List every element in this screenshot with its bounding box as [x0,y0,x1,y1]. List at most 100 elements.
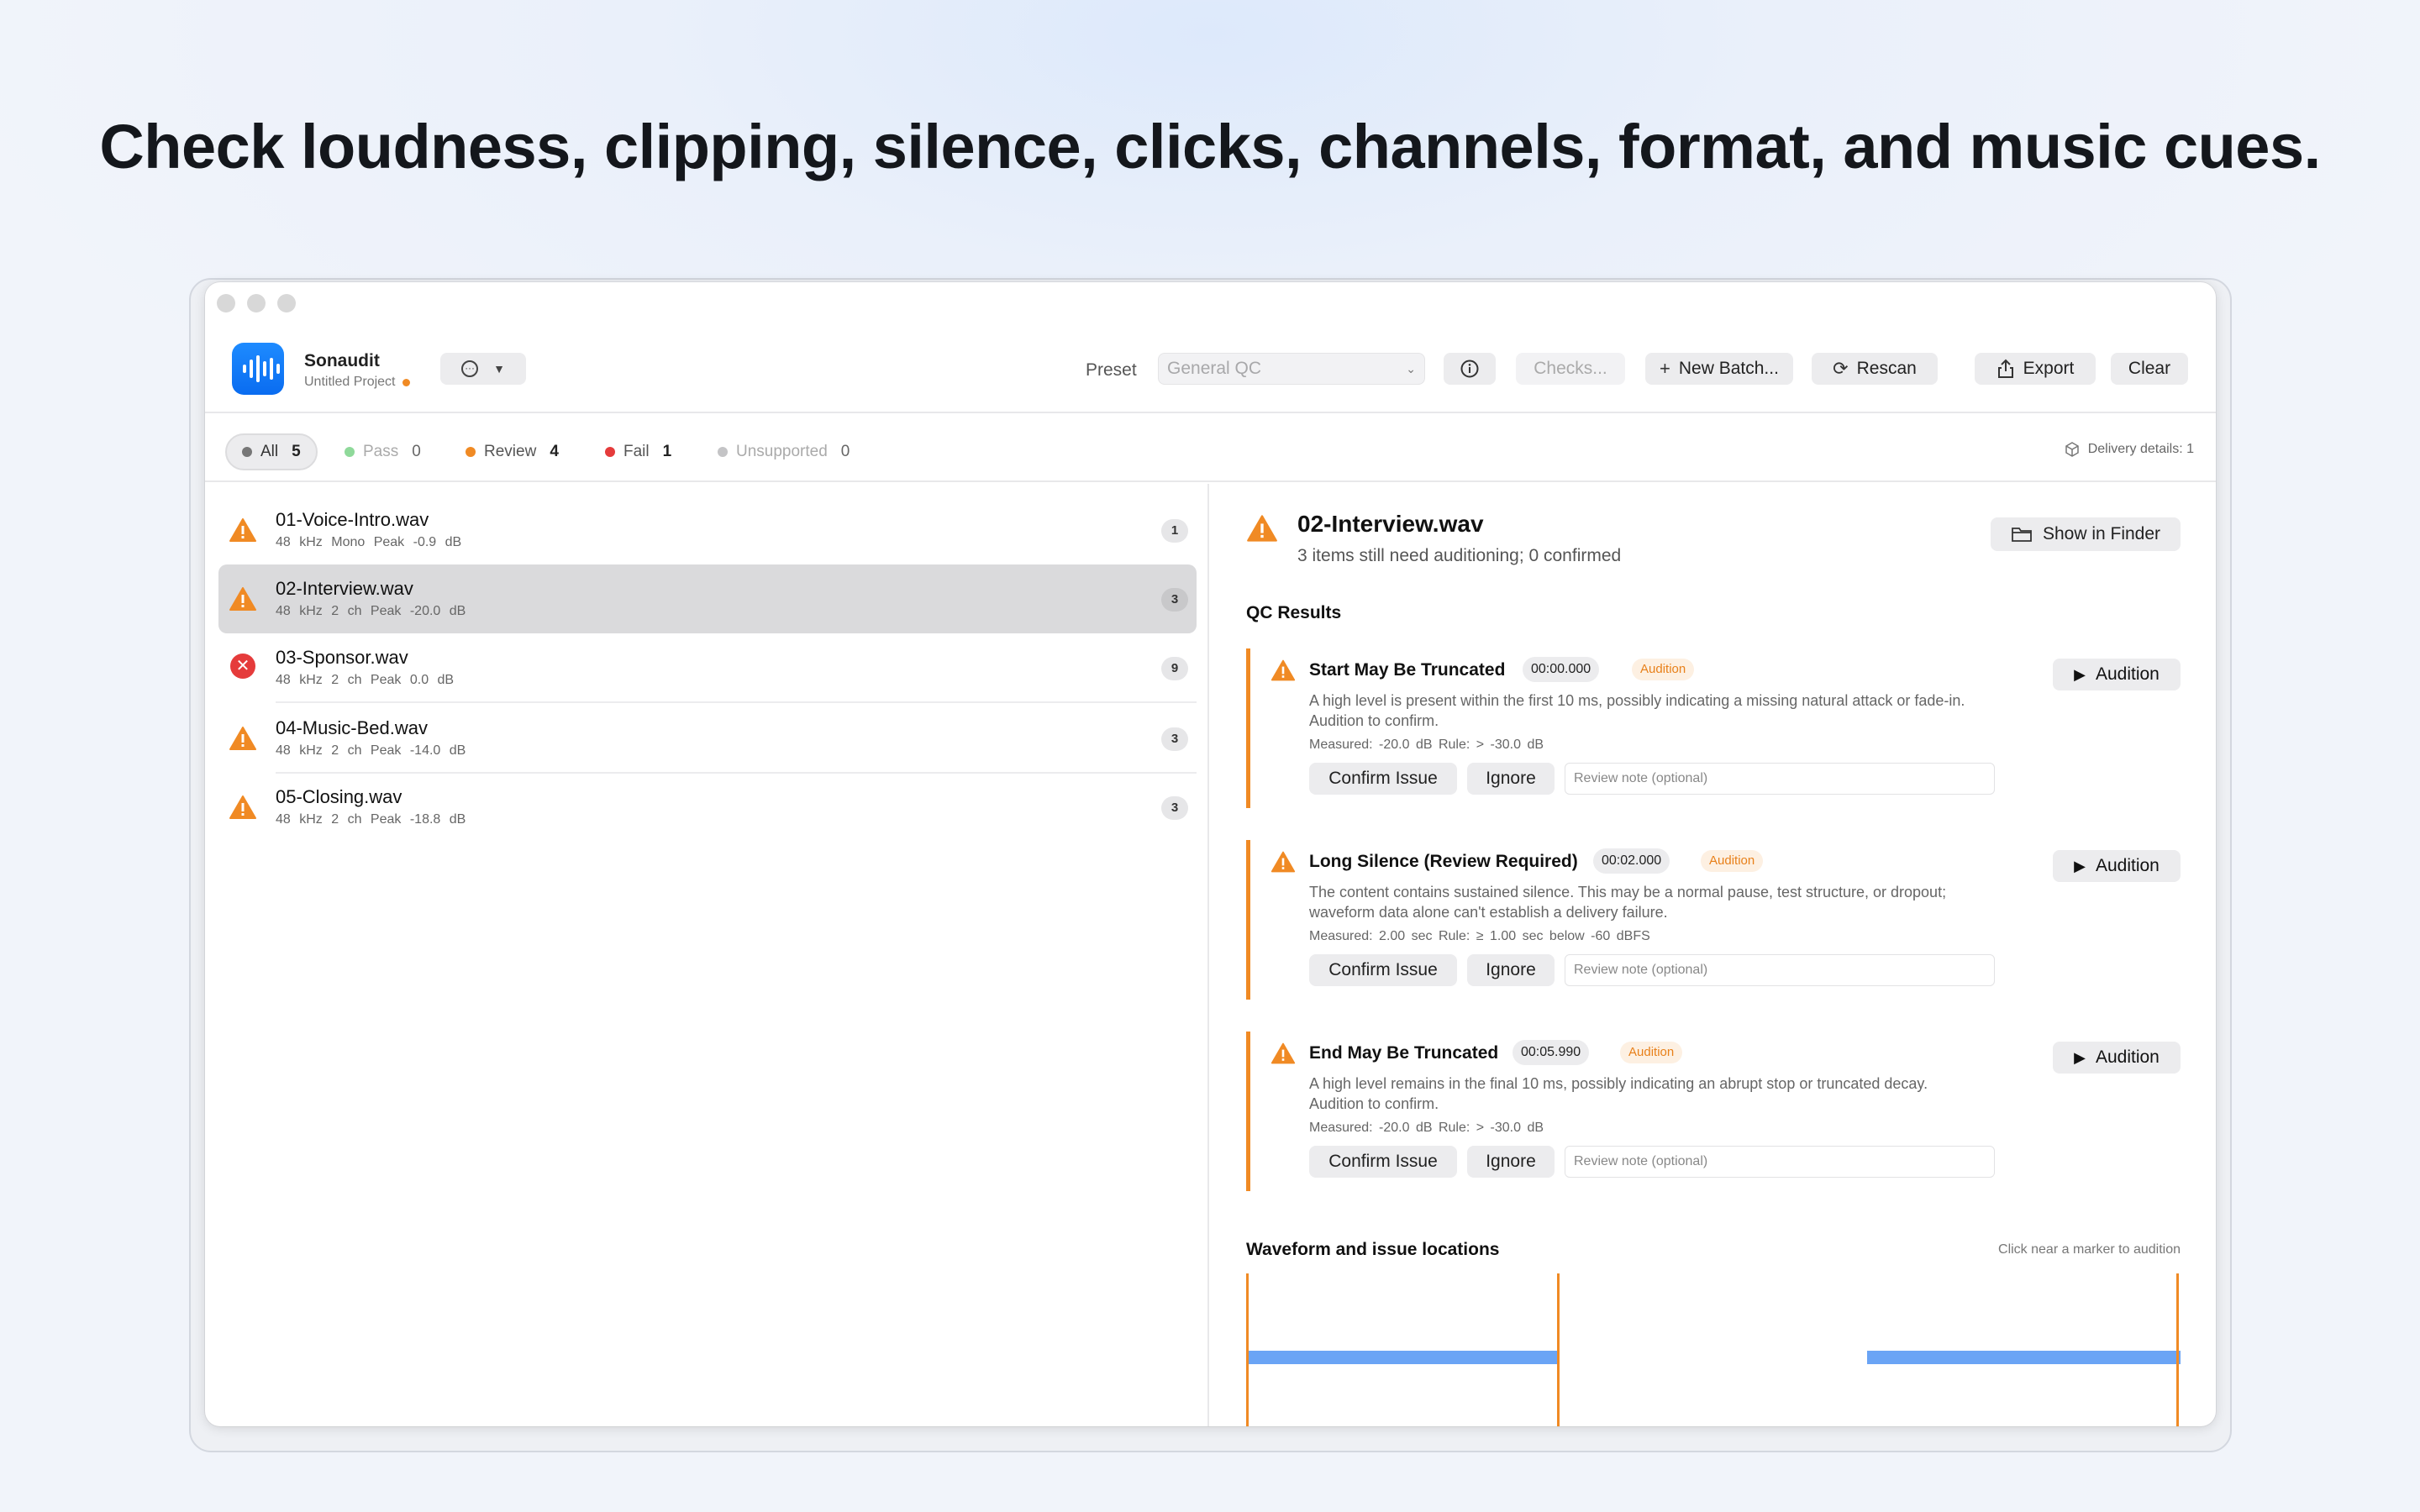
zoom-window-button[interactable] [277,294,296,312]
ignore-button[interactable]: Ignore [1467,1146,1555,1178]
filter-fail[interactable]: Fail 1 [605,433,671,470]
audition-button[interactable]: ▶ Audition [2053,850,2181,882]
status-dot-icon [345,447,355,457]
issue-description: The content contains sustained silence. … [1309,884,1947,921]
issue-marker[interactable] [1246,1273,1249,1426]
app-window: Sonaudit Untitled Project ··· ▼ Preset G… [205,282,2216,1426]
warning-icon [229,587,256,611]
file-meta: 48 kHz 2 ch Peak 0.0 dB [276,673,455,687]
rescan-button[interactable]: ⟳ Rescan [1812,353,1938,385]
issue-timestamp[interactable]: 00:05.990 [1512,1040,1590,1065]
new-batch-label: New Batch... [1678,359,1779,378]
audition-badge: Audition [1632,659,1695,680]
file-row[interactable]: 04-Music-Bed.wav 48 kHz 2 ch Peak -14.0 … [218,704,1197,774]
clear-button[interactable]: Clear [2111,353,2188,385]
review-note-input[interactable]: Review note (optional) [1565,954,1995,986]
review-note-input[interactable]: Review note (optional) [1565,1146,1995,1178]
qc-issue: Start May Be Truncated 00:00.000 Auditio… [1246,648,2181,808]
file-name: 05-Closing.wav [276,786,402,807]
file-row[interactable]: 05-Closing.wav 48 kHz 2 ch Peak -18.8 dB… [218,773,1197,842]
qc-issue: Long Silence (Review Required) 00:02.000… [1246,840,2181,1000]
issue-measured: Measured: -20.0 dB Rule: > -30.0 dB [1309,1121,1544,1135]
warning-icon [229,518,256,542]
issue-marker[interactable] [2176,1273,2179,1426]
waveform-view[interactable] [1246,1273,2181,1426]
file-meta: 48 kHz 2 ch Peak -18.8 dB [276,812,466,827]
app-name: Sonaudit [304,351,380,370]
detail-pane: 02-Interview.wav 3 items still need audi… [1211,484,2216,1426]
chevron-down-icon: ⌄ [1406,361,1416,375]
filter-unsupported[interactable]: Unsupported 0 [718,433,850,470]
audition-button[interactable]: ▶ Audition [2053,659,2181,690]
issue-measured: Measured: 2.00 sec Rule: ≥ 1.00 sec belo… [1309,929,1650,943]
delivery-details[interactable]: Delivery details: 1 [2065,442,2194,457]
more-options-button[interactable]: ··· ▼ [440,353,526,385]
file-row[interactable]: 01-Voice-Intro.wav 48 kHz Mono Peak -0.9… [218,496,1197,564]
filter-review[interactable]: Review 4 [466,433,559,470]
warning-icon [1270,659,1296,681]
new-batch-button[interactable]: + New Batch... [1645,353,1793,385]
checks-button[interactable]: Checks... [1516,353,1625,385]
filter-label: Fail [623,443,650,460]
app-logo-icon [232,343,284,395]
ellipsis-icon: ··· [461,360,479,377]
waveform-hint: Click near a marker to audition [1998,1242,2181,1257]
file-meta: 48 kHz 2 ch Peak -14.0 dB [276,743,466,758]
audition-label: Audition [2095,664,2160,684]
unsaved-dot-icon [402,378,410,386]
filter-label: Review [484,443,537,460]
issue-count-badge: 3 [1161,727,1188,751]
minimize-window-button[interactable] [247,294,266,312]
filter-all[interactable]: All 5 [225,433,318,470]
audition-badge: Audition [1620,1042,1683,1063]
play-icon: ▶ [2074,857,2086,874]
confirm-issue-button[interactable]: Confirm Issue [1309,1146,1457,1178]
info-button[interactable] [1444,353,1496,385]
export-button[interactable]: Export [1975,353,2096,385]
close-window-button[interactable] [217,294,235,312]
issue-marker[interactable] [1557,1273,1560,1426]
qc-issue: End May Be Truncated 00:05.990 Audition … [1246,1032,2181,1191]
issue-description: A high level remains in the final 10 ms,… [1309,1075,1928,1112]
share-icon [1997,359,2013,378]
issue-title: Start May Be Truncated [1309,660,1506,680]
show-in-finder-button[interactable]: Show in Finder [1991,517,2181,551]
headline: Check loudness, clipping, silence, click… [99,112,2321,181]
status-dot-icon [242,447,252,457]
audition-button[interactable]: ▶ Audition [2053,1042,2181,1074]
ignore-button[interactable]: Ignore [1467,763,1555,795]
confirm-issue-button[interactable]: Confirm Issue [1309,954,1457,986]
filter-pass[interactable]: Pass 0 [345,433,421,470]
issue-count-badge: 3 [1161,588,1188,612]
info-icon [1460,360,1479,378]
qc-results-heading: QC Results [1246,603,1342,622]
filter-label: All [260,443,279,460]
status-dot-icon [466,447,476,457]
file-row-selected[interactable]: 02-Interview.wav 48 kHz 2 ch Peak -20.0 … [218,564,1197,633]
file-row[interactable]: ✕ 03-Sponsor.wav 48 kHz 2 ch Peak 0.0 dB… [218,633,1197,703]
file-meta: 48 kHz Mono Peak -0.9 dB [276,535,462,549]
issue-timestamp[interactable]: 00:00.000 [1523,657,1600,682]
preset-label: Preset [1086,360,1137,380]
confirm-issue-button[interactable]: Confirm Issue [1309,763,1457,795]
filter-bar: All 5 Pass 0 Review 4 Fail 1 Unsupported… [205,415,2216,482]
review-note-input[interactable]: Review note (optional) [1565,763,1995,795]
window-controls [217,294,296,312]
file-list: 01-Voice-Intro.wav 48 kHz Mono Peak -0.9… [205,484,1209,1426]
file-name: 02-Interview.wav [276,578,413,599]
warning-icon [229,727,256,750]
show-in-finder-label: Show in Finder [2042,524,2161,543]
play-icon: ▶ [2074,1048,2086,1066]
toolbar: Sonaudit Untitled Project ··· ▼ Preset G… [205,324,2216,413]
preset-select[interactable]: General QC ⌄ [1158,353,1425,385]
issue-title: End May Be Truncated [1309,1043,1499,1063]
error-x-icon: ✕ [230,654,255,679]
filter-count: 4 [550,443,559,460]
file-meta: 48 kHz 2 ch Peak -20.0 dB [276,604,466,618]
ignore-button[interactable]: Ignore [1467,954,1555,986]
filter-count: 0 [412,443,421,460]
refresh-icon: ⟳ [1833,358,1849,379]
package-icon [2065,442,2079,457]
audition-badge: Audition [1701,850,1764,872]
issue-timestamp[interactable]: 00:02.000 [1593,848,1670,874]
